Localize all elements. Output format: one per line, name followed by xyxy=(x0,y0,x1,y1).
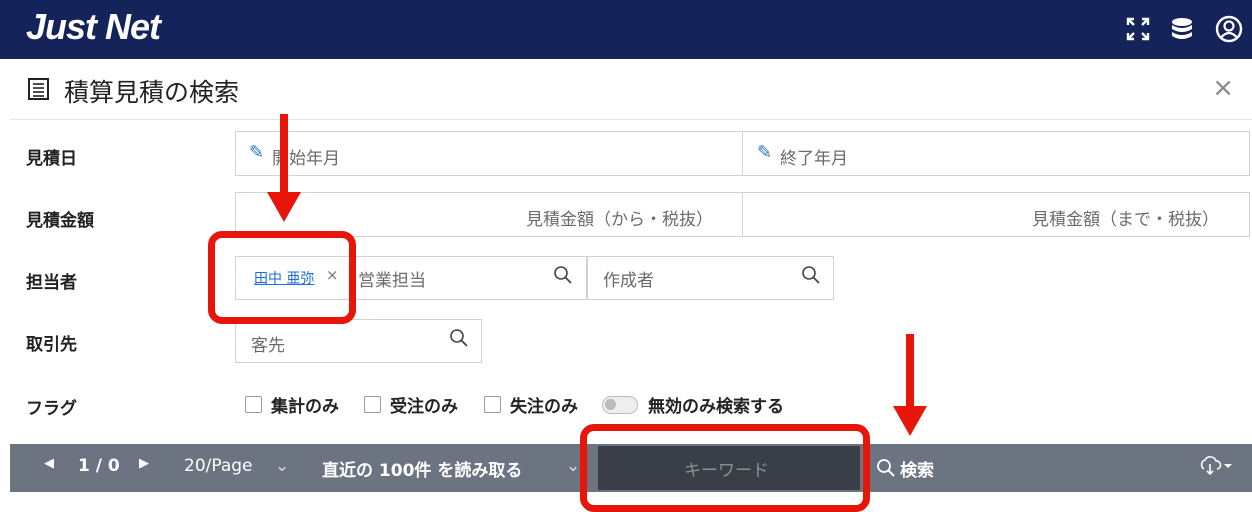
flag-label: フラグ xyxy=(26,399,77,419)
chevron-down-icon[interactable]: ⌄ xyxy=(566,456,580,476)
search-icon[interactable] xyxy=(876,458,896,482)
user-icon[interactable] xyxy=(1214,14,1244,44)
chevron-down-icon[interactable]: ⌄ xyxy=(275,456,289,476)
per-page-select[interactable]: 20/Page xyxy=(184,456,253,476)
amount-to-placeholder: 見積金額（まで・税抜） xyxy=(1032,210,1219,230)
checkbox-lost-only[interactable] xyxy=(484,396,501,413)
sales-staff-placeholder: 営業担当 xyxy=(358,271,426,291)
annotation-arrow xyxy=(280,114,288,194)
page-title: 積算見積の検索 xyxy=(64,78,240,107)
database-icon[interactable] xyxy=(1167,14,1197,44)
search-icon[interactable] xyxy=(801,265,821,289)
date-label: 見積日 xyxy=(26,149,77,169)
toggle-knob xyxy=(605,399,616,410)
checkbox-totals-only[interactable] xyxy=(245,396,262,413)
checkbox-label: 受注のみ xyxy=(390,397,458,417)
annotation-highlight-keyword xyxy=(580,424,870,512)
fullscreen-icon[interactable] xyxy=(1123,14,1153,44)
search-icon[interactable] xyxy=(449,328,469,352)
next-page-icon[interactable]: ▶ xyxy=(139,456,149,471)
staff-label: 担当者 xyxy=(26,273,77,293)
amount-label: 見積金額 xyxy=(26,211,94,231)
client-label: 取引先 xyxy=(26,335,77,355)
creator-placeholder: 作成者 xyxy=(603,271,654,291)
checkbox-label: 失注のみ xyxy=(510,397,578,417)
checkbox-label: 集計のみ xyxy=(271,397,339,417)
app-header: Just Net xyxy=(0,0,1252,59)
annotation-arrow-head xyxy=(893,406,927,436)
dialog-header: 積算見積の検索 × xyxy=(10,59,1252,120)
search-button[interactable]: 検索 xyxy=(900,456,934,481)
annotation-highlight-staff xyxy=(208,231,356,324)
page-indicator: 1 / 0 xyxy=(78,456,120,476)
close-icon[interactable]: × xyxy=(1212,73,1234,103)
pencil-icon: ✎ xyxy=(757,142,773,163)
annotation-arrow xyxy=(906,334,914,408)
cloud-download-icon[interactable] xyxy=(1198,455,1238,481)
checkbox-orders-only[interactable] xyxy=(364,396,381,413)
amount-from-placeholder: 見積金額（から・税抜） xyxy=(526,210,713,230)
annotation-arrow-head xyxy=(267,192,301,222)
recent-load-select[interactable]: 直近の 100件 を読み取る xyxy=(322,456,522,481)
end-date-placeholder: 終了年月 xyxy=(780,149,848,169)
client-placeholder: 客先 xyxy=(251,336,285,356)
inactive-only-toggle[interactable] xyxy=(602,396,638,414)
app-logo: Just Net xyxy=(26,6,161,47)
search-icon[interactable] xyxy=(553,265,573,289)
toggle-label: 無効のみ検索する xyxy=(648,397,784,417)
document-icon xyxy=(27,77,51,105)
prev-page-icon[interactable]: ◀ xyxy=(44,456,54,471)
pencil-icon: ✎ xyxy=(249,142,265,163)
